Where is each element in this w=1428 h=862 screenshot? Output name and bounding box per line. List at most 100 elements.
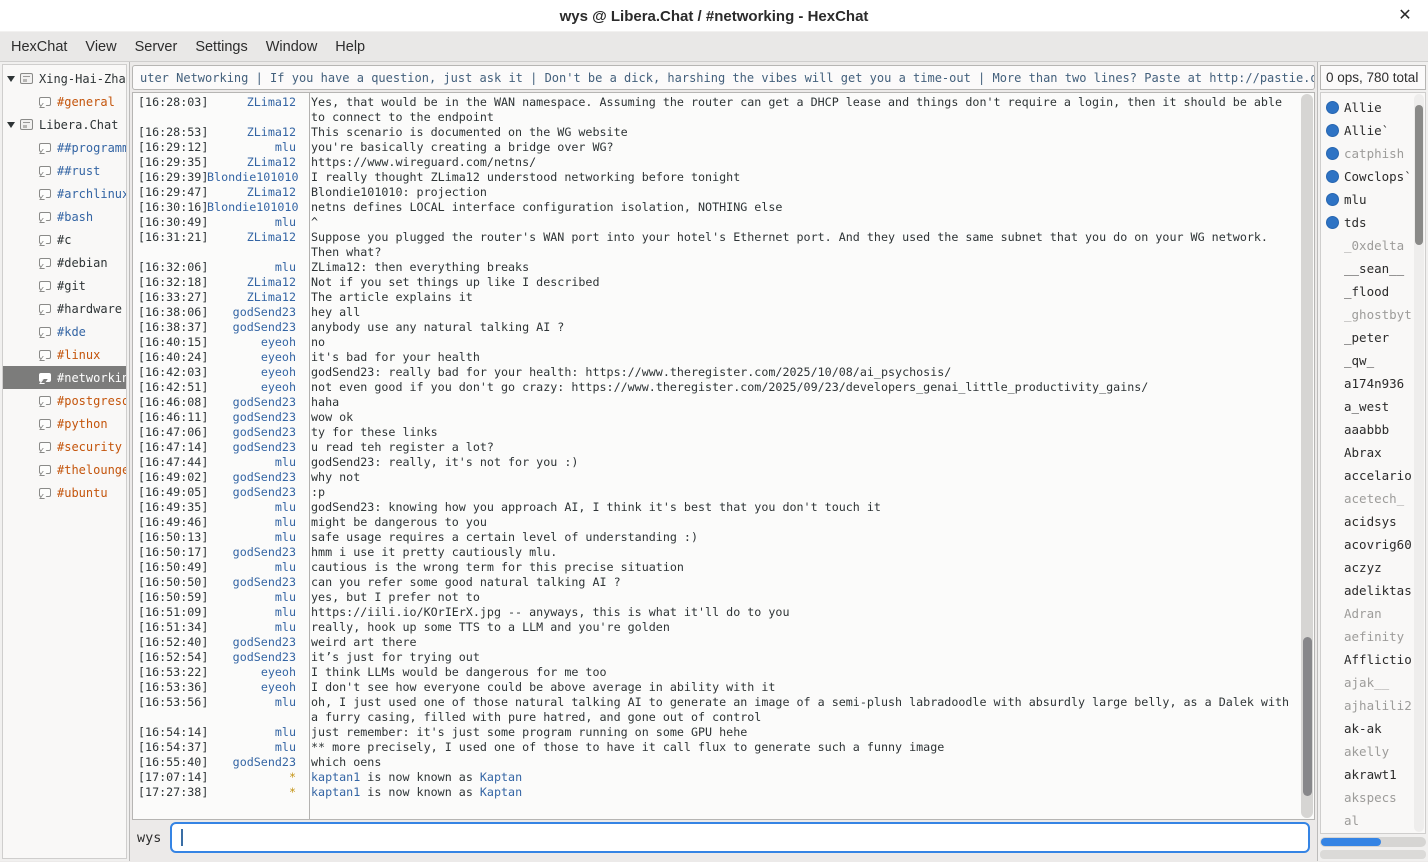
tree-server-libera-chat[interactable]: Libera.Chat bbox=[3, 113, 126, 136]
user-list-item[interactable]: Adran bbox=[1321, 602, 1425, 625]
tree-channel--c[interactable]: #c bbox=[3, 228, 126, 251]
tree-channel--ubuntu[interactable]: #ubuntu bbox=[3, 481, 126, 504]
user-list-item[interactable]: akspecs bbox=[1321, 786, 1425, 809]
tree-channel--rust[interactable]: ##rust bbox=[3, 159, 126, 182]
nick[interactable]: ZLima12 bbox=[207, 230, 303, 260]
nick[interactable]: godSend23 bbox=[207, 650, 303, 665]
tree-channel--kde[interactable]: #kde bbox=[3, 320, 126, 343]
user-list-item[interactable]: al bbox=[1321, 809, 1425, 832]
nick[interactable]: mlu bbox=[207, 215, 303, 230]
menu-item-window[interactable]: Window bbox=[257, 36, 327, 58]
topic-bar[interactable]: uter Networking | If you have a question… bbox=[132, 65, 1315, 90]
tree-channel--debian[interactable]: #debian bbox=[3, 251, 126, 274]
user-list-item[interactable]: ajhalili2 bbox=[1321, 694, 1425, 717]
menu-item-hexchat[interactable]: HexChat bbox=[2, 36, 76, 58]
nick[interactable]: mlu bbox=[207, 455, 303, 470]
nick[interactable]: eyeoh bbox=[207, 365, 303, 380]
menu-item-server[interactable]: Server bbox=[126, 36, 187, 58]
nick[interactable]: mlu bbox=[207, 590, 303, 605]
user-list-item[interactable]: aaabbb bbox=[1321, 418, 1425, 441]
nick[interactable]: godSend23 bbox=[207, 470, 303, 485]
minimize-icon[interactable] bbox=[1302, 5, 1324, 27]
nick[interactable]: ZLima12 bbox=[207, 275, 303, 290]
nick[interactable]: mlu bbox=[207, 140, 303, 155]
user-list-item[interactable]: ajak__ bbox=[1321, 671, 1425, 694]
user-list-item[interactable]: _qw_ bbox=[1321, 349, 1425, 372]
user-list-item[interactable]: _flood bbox=[1321, 280, 1425, 303]
nick[interactable]: mlu bbox=[207, 500, 303, 515]
nick[interactable]: eyeoh bbox=[207, 380, 303, 395]
nick[interactable]: Blondie101010 bbox=[207, 200, 303, 215]
user-list-item[interactable]: adeliktas bbox=[1321, 579, 1425, 602]
userlist-scrollbar-thumb[interactable] bbox=[1415, 105, 1423, 245]
user-list-item[interactable]: Afflictio bbox=[1321, 648, 1425, 671]
tree-channel--security[interactable]: #security bbox=[3, 435, 126, 458]
nick[interactable]: godSend23 bbox=[207, 425, 303, 440]
user-list-item[interactable]: ak-ak bbox=[1321, 717, 1425, 740]
nick[interactable]: eyeoh bbox=[207, 350, 303, 365]
nick[interactable]: ZLima12 bbox=[207, 125, 303, 140]
user-list-item[interactable]: tds bbox=[1321, 211, 1425, 234]
tree-channel--programming[interactable]: ##programming bbox=[3, 136, 126, 159]
nick[interactable]: eyeoh bbox=[207, 665, 303, 680]
nick[interactable]: eyeoh bbox=[207, 335, 303, 350]
user-list-item[interactable]: acidsys bbox=[1321, 510, 1425, 533]
user-list-item[interactable]: Allie` bbox=[1321, 119, 1425, 142]
user-list-item[interactable]: a174n936 bbox=[1321, 372, 1425, 395]
userlist-hscrollbar-track[interactable] bbox=[1320, 850, 1426, 859]
nick[interactable]: ZLima12 bbox=[207, 185, 303, 200]
nick[interactable]: godSend23 bbox=[207, 395, 303, 410]
tree-channel--hardware[interactable]: #hardware bbox=[3, 297, 126, 320]
nick[interactable]: ZLima12 bbox=[207, 290, 303, 305]
nick[interactable]: godSend23 bbox=[207, 635, 303, 650]
nick[interactable]: * bbox=[207, 770, 303, 785]
user-list-item[interactable]: aczyz bbox=[1321, 556, 1425, 579]
nick[interactable]: mlu bbox=[207, 515, 303, 530]
nick[interactable]: eyeoh bbox=[207, 680, 303, 695]
close-icon[interactable]: ✕ bbox=[1394, 5, 1416, 27]
tree-server-xing-hai-zhan[interactable]: Xing-Hai-Zhan bbox=[3, 67, 126, 90]
user-list-item[interactable]: _ghostbyt bbox=[1321, 303, 1425, 326]
user-list-item[interactable]: akelly bbox=[1321, 740, 1425, 763]
user-list-item[interactable]: a_west bbox=[1321, 395, 1425, 418]
chat-scrollbar-thumb[interactable] bbox=[1303, 637, 1312, 796]
nick[interactable]: mlu bbox=[207, 260, 303, 275]
expander-icon[interactable] bbox=[7, 122, 15, 128]
user-list-item[interactable]: catphish bbox=[1321, 142, 1425, 165]
nick[interactable]: mlu bbox=[207, 725, 303, 740]
userlist-scrollbar[interactable] bbox=[1414, 94, 1424, 832]
user-list-item[interactable]: acetech_ bbox=[1321, 487, 1425, 510]
user-list-item[interactable]: Allie bbox=[1321, 96, 1425, 119]
tree-channel--git[interactable]: #git bbox=[3, 274, 126, 297]
message-input[interactable] bbox=[170, 822, 1310, 853]
nick[interactable]: ZLima12 bbox=[207, 95, 303, 125]
nick[interactable]: mlu bbox=[207, 605, 303, 620]
expander-icon[interactable] bbox=[7, 76, 15, 82]
nick[interactable]: godSend23 bbox=[207, 755, 303, 770]
user-list-item[interactable]: Abrax bbox=[1321, 441, 1425, 464]
nick[interactable]: godSend23 bbox=[207, 485, 303, 500]
user-list-item[interactable]: _0xdelta bbox=[1321, 234, 1425, 257]
menu-item-settings[interactable]: Settings bbox=[186, 36, 256, 58]
menu-item-view[interactable]: View bbox=[76, 36, 125, 58]
tree-channel--thelounge[interactable]: #thelounge bbox=[3, 458, 126, 481]
nick[interactable]: godSend23 bbox=[207, 545, 303, 560]
chat-scrollbar[interactable] bbox=[1301, 94, 1313, 818]
nick[interactable]: godSend23 bbox=[207, 410, 303, 425]
user-list-item[interactable]: akrawt1 bbox=[1321, 763, 1425, 786]
nick[interactable]: Blondie101010 bbox=[207, 170, 303, 185]
nick[interactable]: mlu bbox=[207, 560, 303, 575]
nick[interactable]: mlu bbox=[207, 740, 303, 755]
nick[interactable]: godSend23 bbox=[207, 305, 303, 320]
nick[interactable]: godSend23 bbox=[207, 440, 303, 455]
tree-channel--bash[interactable]: #bash bbox=[3, 205, 126, 228]
user-list-item[interactable]: accelario bbox=[1321, 464, 1425, 487]
nick[interactable]: mlu bbox=[207, 530, 303, 545]
user-list-item[interactable]: _peter bbox=[1321, 326, 1425, 349]
tree-channel--archlinux[interactable]: #archlinux bbox=[3, 182, 126, 205]
tree-channel--general[interactable]: #general bbox=[3, 90, 126, 113]
nick[interactable]: * bbox=[207, 785, 303, 800]
user-list-item[interactable]: acovrig60 bbox=[1321, 533, 1425, 556]
nick[interactable]: ZLima12 bbox=[207, 155, 303, 170]
tree-channel--networking[interactable]: #networking bbox=[3, 366, 126, 389]
